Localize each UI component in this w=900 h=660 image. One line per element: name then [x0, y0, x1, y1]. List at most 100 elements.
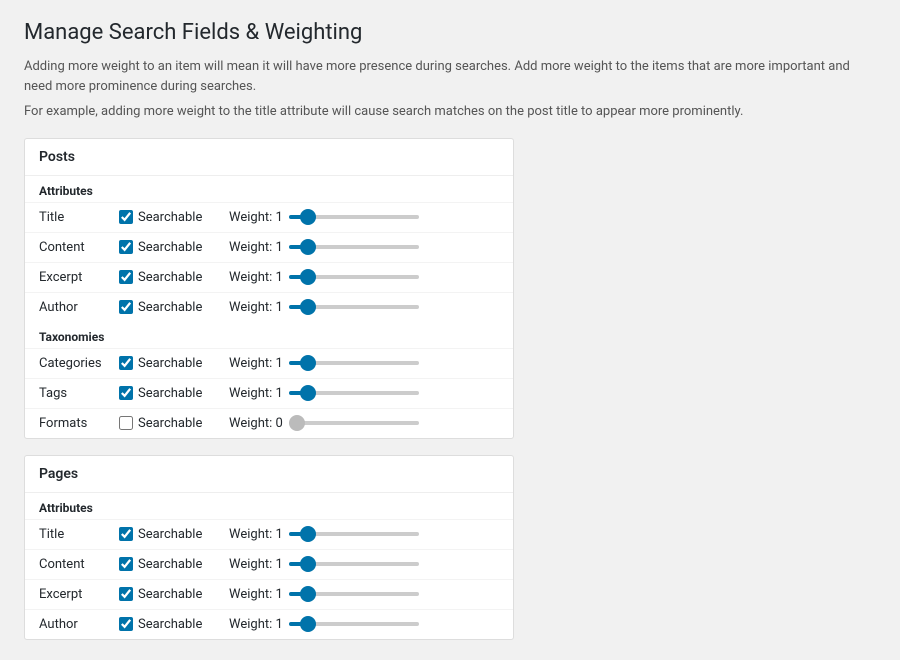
- weight-wrap: Weight: 1: [229, 587, 419, 602]
- weight-label: Weight: 1: [229, 617, 283, 632]
- searchable-checkbox-wrap[interactable]: Searchable: [119, 210, 229, 225]
- weight-label: Weight: 1: [229, 386, 283, 401]
- weight-label: Weight: 1: [229, 210, 283, 225]
- weight-wrap: Weight: 1: [229, 527, 419, 542]
- weight-wrap: Weight: 0: [229, 416, 419, 431]
- table-row: Content Searchable Weight: 1: [25, 232, 513, 262]
- searchable-checkbox[interactable]: [119, 416, 133, 430]
- field-name-label: Tags: [39, 386, 119, 401]
- weight-label: Weight: 0: [229, 416, 283, 431]
- searchable-text: Searchable: [138, 300, 202, 315]
- field-name-label: Formats: [39, 416, 119, 431]
- field-name-label: Excerpt: [39, 270, 119, 285]
- searchable-checkbox[interactable]: [119, 617, 133, 631]
- slider-wrap: [289, 305, 419, 309]
- searchable-checkbox[interactable]: [119, 587, 133, 601]
- table-row: Formats Searchable Weight: 0: [25, 408, 513, 438]
- field-name-label: Author: [39, 617, 119, 632]
- section-pages: PagesAttributesTitleSearchableWeight: 1C…: [24, 455, 514, 640]
- weight-label: Weight: 1: [229, 356, 283, 371]
- weight-slider[interactable]: [289, 562, 419, 566]
- weight-slider[interactable]: [289, 592, 419, 596]
- searchable-checkbox-wrap[interactable]: Searchable: [119, 356, 229, 371]
- weight-slider[interactable]: [289, 391, 419, 395]
- searchable-checkbox-wrap[interactable]: Searchable: [119, 416, 229, 431]
- slider-wrap: [289, 622, 419, 626]
- searchable-text: Searchable: [138, 527, 202, 542]
- searchable-checkbox[interactable]: [119, 270, 133, 284]
- weight-wrap: Weight: 1: [229, 386, 419, 401]
- slider-wrap: [289, 592, 419, 596]
- field-name-label: Content: [39, 557, 119, 572]
- searchable-text: Searchable: [138, 587, 202, 602]
- weight-wrap: Weight: 1: [229, 300, 419, 315]
- slider-wrap: [289, 275, 419, 279]
- weight-wrap: Weight: 1: [229, 240, 419, 255]
- group-label-posts-0: Attributes: [25, 176, 513, 202]
- slider-wrap: [289, 361, 419, 365]
- searchable-text: Searchable: [138, 270, 202, 285]
- searchable-checkbox[interactable]: [119, 300, 133, 314]
- table-row: Tags Searchable Weight: 1: [25, 378, 513, 408]
- searchable-text: Searchable: [138, 416, 202, 431]
- searchable-checkbox-wrap[interactable]: Searchable: [119, 300, 229, 315]
- weight-slider[interactable]: [289, 421, 419, 425]
- weight-wrap: Weight: 1: [229, 210, 419, 225]
- weight-slider[interactable]: [289, 215, 419, 219]
- searchable-text: Searchable: [138, 386, 202, 401]
- page-title: Manage Search Fields & Weighting: [24, 20, 876, 45]
- weight-wrap: Weight: 1: [229, 557, 419, 572]
- slider-wrap: [289, 562, 419, 566]
- field-name-label: Categories: [39, 356, 119, 371]
- searchable-checkbox-wrap[interactable]: Searchable: [119, 270, 229, 285]
- searchable-checkbox-wrap[interactable]: Searchable: [119, 527, 229, 542]
- searchable-checkbox[interactable]: [119, 386, 133, 400]
- weight-label: Weight: 1: [229, 300, 283, 315]
- weight-label: Weight: 1: [229, 240, 283, 255]
- weight-wrap: Weight: 1: [229, 270, 419, 285]
- weight-slider[interactable]: [289, 532, 419, 536]
- field-name-label: Content: [39, 240, 119, 255]
- weight-slider[interactable]: [289, 305, 419, 309]
- slider-wrap: [289, 391, 419, 395]
- table-row: Author Searchable Weight: 1: [25, 292, 513, 322]
- searchable-checkbox[interactable]: [119, 557, 133, 571]
- weight-label: Weight: 1: [229, 557, 283, 572]
- field-name-label: Title: [39, 527, 119, 542]
- weight-slider[interactable]: [289, 245, 419, 249]
- group-label-posts-1: Taxonomies: [25, 322, 513, 348]
- searchable-checkbox[interactable]: [119, 210, 133, 224]
- field-name-label: Title: [39, 210, 119, 225]
- weight-slider[interactable]: [289, 361, 419, 365]
- table-row: CategoriesSearchableWeight: 1: [25, 348, 513, 378]
- table-row: Title Searchable Weight: 1: [25, 519, 513, 549]
- searchable-checkbox-wrap[interactable]: Searchable: [119, 617, 229, 632]
- weight-wrap: Weight: 1: [229, 617, 419, 632]
- searchable-checkbox[interactable]: [119, 356, 133, 370]
- field-name-label: Author: [39, 300, 119, 315]
- section-title-posts: Posts: [25, 139, 513, 176]
- table-row: ContentSearchableWeight: 1: [25, 549, 513, 579]
- slider-wrap: [289, 245, 419, 249]
- searchable-checkbox[interactable]: [119, 240, 133, 254]
- searchable-text: Searchable: [138, 617, 202, 632]
- table-row: ExcerptSearchableWeight: 1: [25, 579, 513, 609]
- description-1: Adding more weight to an item will mean …: [24, 57, 876, 96]
- searchable-checkbox[interactable]: [119, 527, 133, 541]
- searchable-checkbox-wrap[interactable]: Searchable: [119, 557, 229, 572]
- section-title-pages: Pages: [25, 456, 513, 493]
- weight-wrap: Weight: 1: [229, 356, 419, 371]
- searchable-checkbox-wrap[interactable]: Searchable: [119, 587, 229, 602]
- slider-wrap: [289, 421, 419, 425]
- table-row: Author Searchable Weight: 1: [25, 609, 513, 639]
- searchable-checkbox-wrap[interactable]: Searchable: [119, 240, 229, 255]
- slider-wrap: [289, 215, 419, 219]
- searchable-checkbox-wrap[interactable]: Searchable: [119, 386, 229, 401]
- weight-slider[interactable]: [289, 622, 419, 626]
- searchable-text: Searchable: [138, 240, 202, 255]
- searchable-text: Searchable: [138, 210, 202, 225]
- weight-label: Weight: 1: [229, 587, 283, 602]
- table-row: Title Searchable Weight: 1: [25, 202, 513, 232]
- description-2: For example, adding more weight to the t…: [24, 102, 876, 122]
- weight-slider[interactable]: [289, 275, 419, 279]
